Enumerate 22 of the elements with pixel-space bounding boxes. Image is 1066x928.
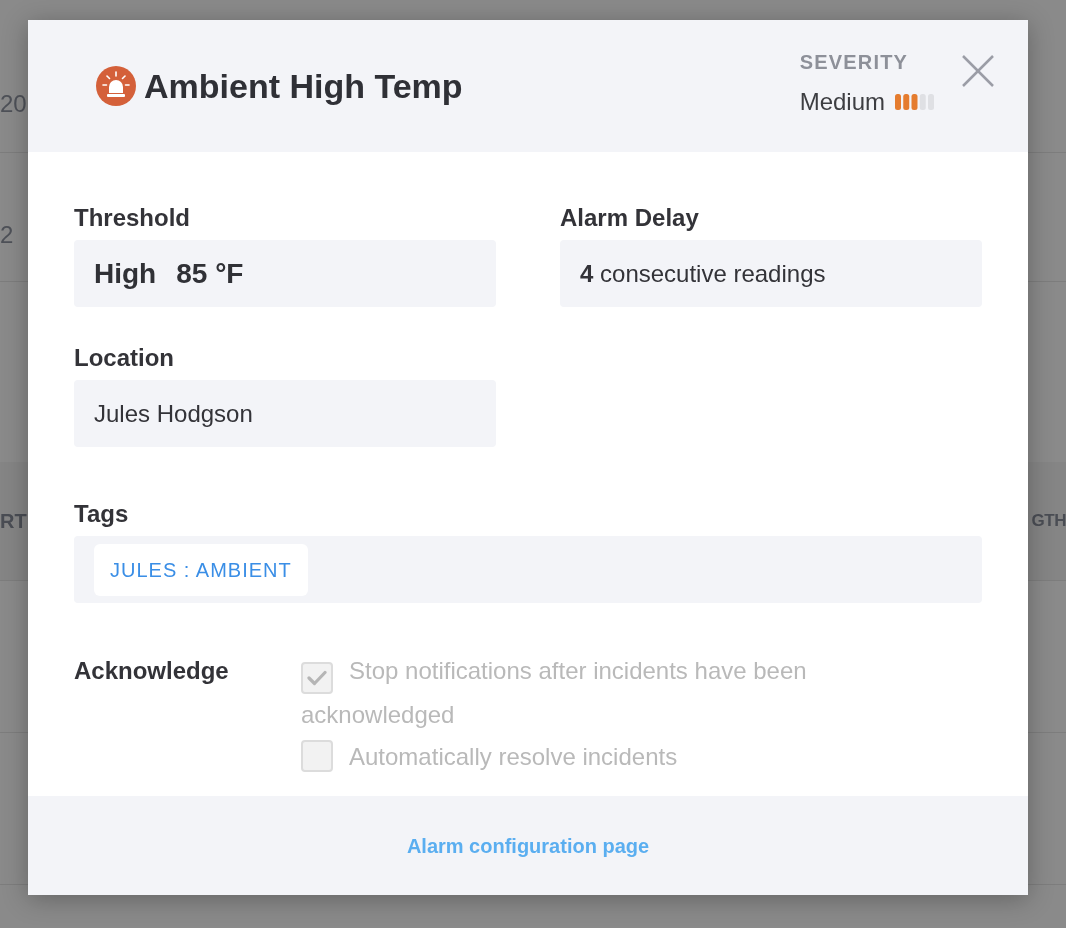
severity-label: SEVERITY bbox=[799, 50, 909, 74]
siren-icon bbox=[96, 66, 136, 106]
table-cell: 2 bbox=[0, 221, 14, 248]
checkmark-icon bbox=[307, 670, 327, 686]
column-header: RT bbox=[0, 509, 27, 534]
field-value: Jules Hodgson bbox=[94, 398, 253, 429]
field-label: Threshold bbox=[74, 204, 190, 232]
close-button[interactable] bbox=[962, 55, 994, 87]
dialog-title: Ambient High Temp bbox=[144, 65, 463, 107]
threshold-level: High bbox=[94, 256, 157, 291]
field-label: Location bbox=[74, 344, 174, 372]
close-icon bbox=[962, 55, 994, 87]
field-label: Acknowledge bbox=[74, 656, 229, 686]
column-header: GTH bbox=[1031, 510, 1066, 533]
tag-chip[interactable]: JULES : AMBIENT bbox=[94, 543, 308, 596]
field-label: Tags bbox=[74, 500, 129, 528]
threshold-value: 85 °F bbox=[176, 256, 244, 291]
field-value: 4 consecutive readings bbox=[580, 258, 826, 289]
field-label: Alarm Delay bbox=[560, 204, 699, 232]
severity-value: Medium bbox=[799, 88, 885, 116]
table-cell: 20 bbox=[0, 90, 27, 117]
configuration-link[interactable]: Alarm configuration page bbox=[406, 830, 650, 861]
